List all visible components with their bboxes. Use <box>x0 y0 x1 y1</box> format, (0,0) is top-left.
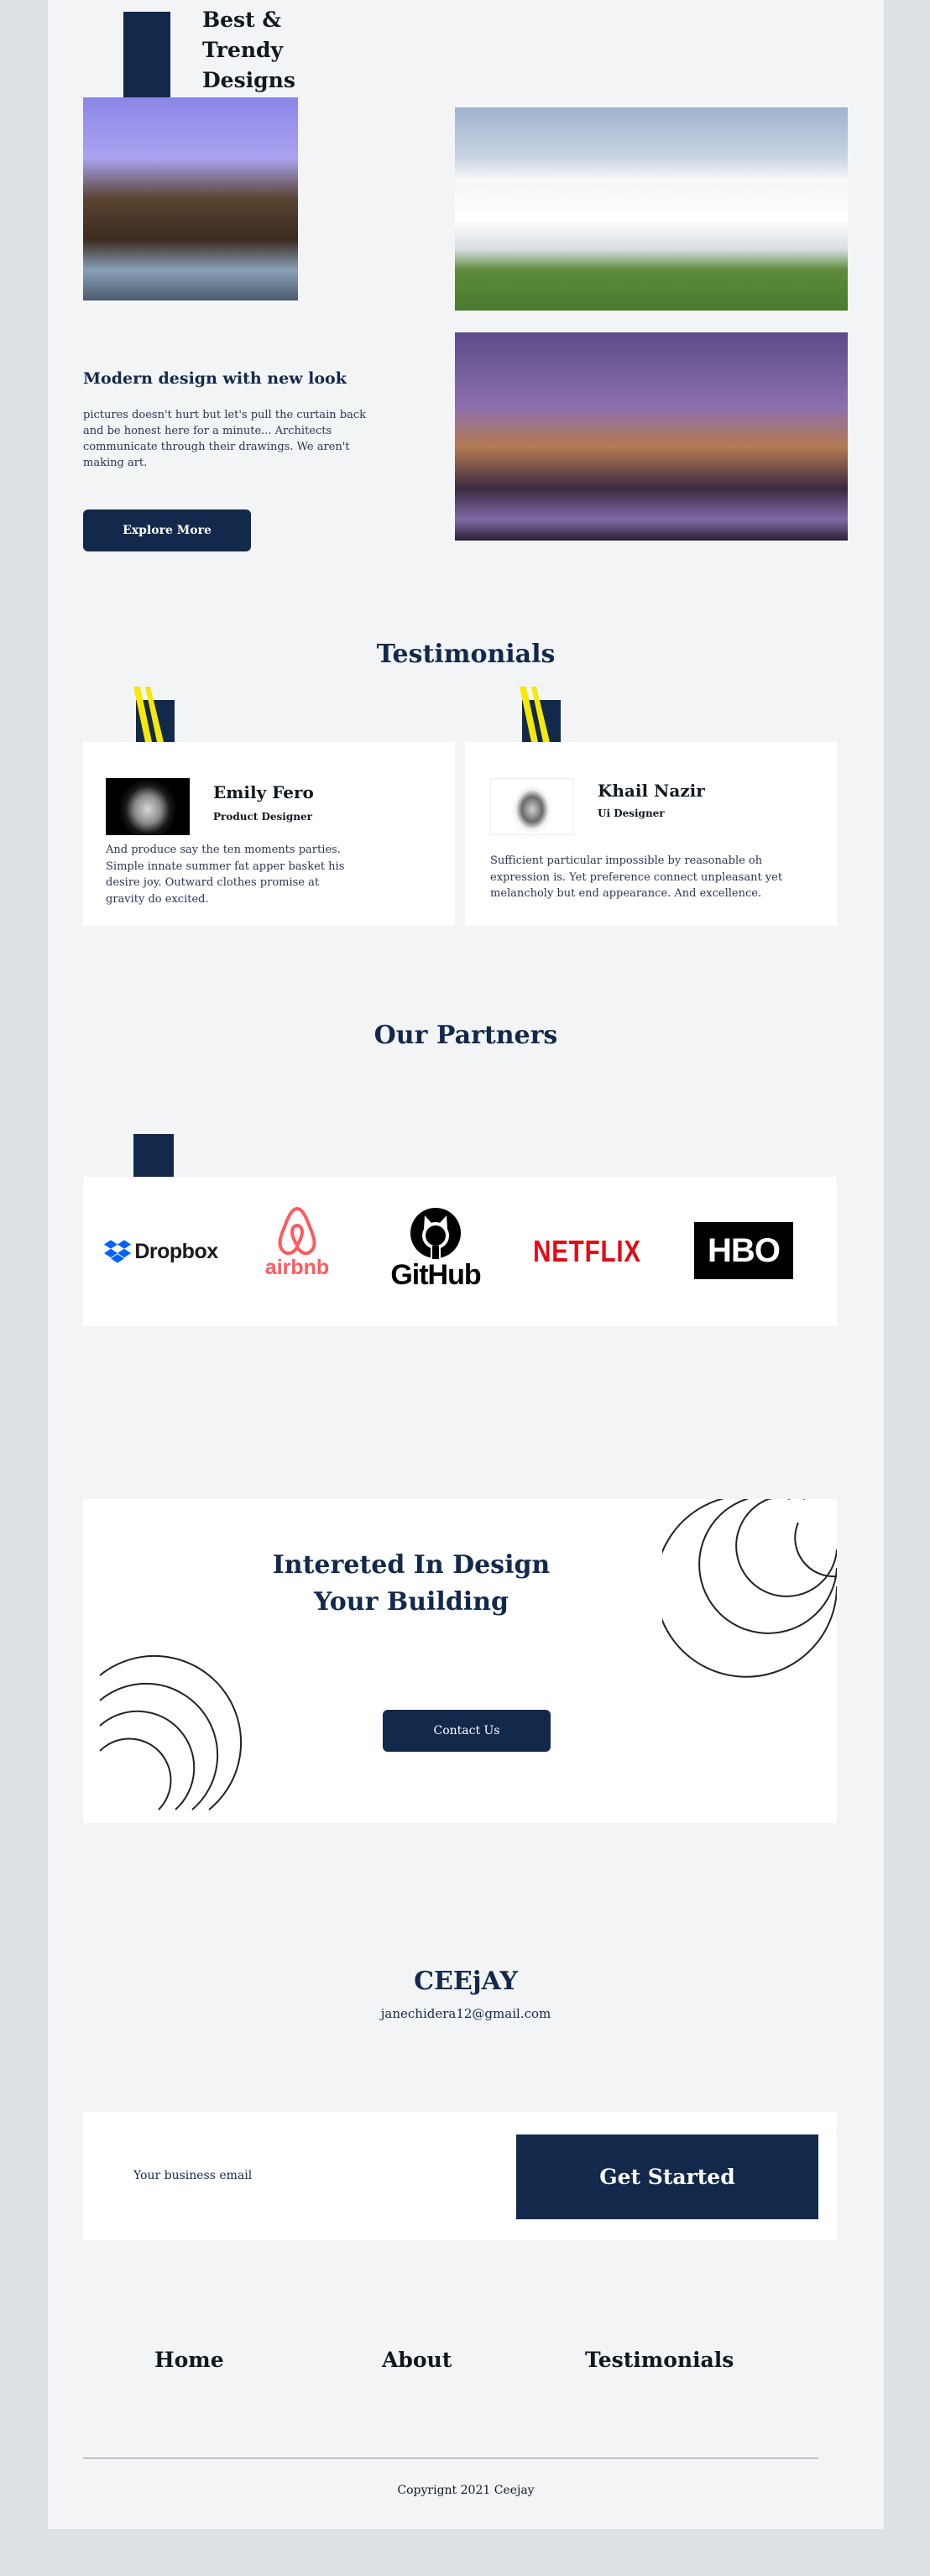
decor-flag-right <box>520 687 561 742</box>
signup-bar: Get Started <box>83 2112 837 2240</box>
footer-link-home[interactable]: Home <box>154 2348 224 2372</box>
testimonial-role: Product Designer <box>213 811 312 823</box>
airbnb-logo: airbnb <box>251 1195 343 1289</box>
testimonial-card: Emily Fero Product Designer And produce … <box>83 742 455 926</box>
footer-link-about[interactable]: About <box>382 2348 452 2372</box>
decor-navy-block <box>133 1134 174 1178</box>
hero-title: Best & Trendy Designs <box>202 8 295 92</box>
testimonial-text: Sufficient particular impossible by reas… <box>490 854 783 900</box>
modern-design-text: pictures doesn't hurt but let's pull the… <box>83 409 367 469</box>
business-email-input[interactable] <box>133 2159 452 2192</box>
house-image-white-modern <box>455 107 848 311</box>
explore-more-button[interactable]: Explore More <box>83 509 251 551</box>
brand-name: CEEjAY <box>414 1967 518 1996</box>
dropbox-logo: Dropbox <box>98 1229 224 1274</box>
github-octocat-icon <box>410 1207 461 1259</box>
decor-navy-block <box>123 12 170 97</box>
modern-design-title: Modern design with new look <box>83 369 347 388</box>
partners-logo-strip: Dropbox airbnb GitHub NETFLIX HBO <box>83 1177 837 1326</box>
avatar <box>106 778 190 835</box>
copyright: Copyrignt 2021 Ceejay <box>397 2484 535 2497</box>
decor-arcs-left <box>99 1654 243 1811</box>
testimonial-card: Khail Nazir Ui Designer Sufficient parti… <box>465 742 837 926</box>
hbo-logo: HBO <box>694 1222 793 1279</box>
decor-arcs-right <box>662 1499 837 1678</box>
dropbox-icon <box>104 1240 132 1263</box>
landing-page: Best & Trendy Designs Modern design with… <box>48 0 884 2529</box>
testimonial-name: Khail Nazir <box>598 781 705 801</box>
avatar <box>490 778 574 835</box>
contact-us-button[interactable]: Contact Us <box>383 1710 551 1752</box>
get-started-button[interactable]: Get Started <box>516 2134 818 2219</box>
netflix-logo: NETFLIX <box>532 1234 641 1268</box>
airbnb-icon <box>278 1206 316 1255</box>
house-image-wooden <box>83 97 298 300</box>
testimonials-title: Testimonials <box>376 640 556 669</box>
testimonial-role: Ui Designer <box>598 807 665 819</box>
contact-email[interactable]: janechidera12@gmail.com <box>48 2006 884 2021</box>
footer-link-testimonials[interactable]: Testimonials <box>585 2348 734 2372</box>
github-logo: GitHub <box>377 1195 494 1303</box>
house-image-dusk <box>455 332 848 541</box>
cta-title: Intereted In Design Your Building <box>272 1550 551 1617</box>
decor-flag-left <box>133 687 175 742</box>
testimonial-text: And produce say the ten moments parties.… <box>106 844 345 906</box>
partners-title: Our Partners <box>374 1021 558 1050</box>
testimonial-name: Emily Fero <box>213 782 314 802</box>
